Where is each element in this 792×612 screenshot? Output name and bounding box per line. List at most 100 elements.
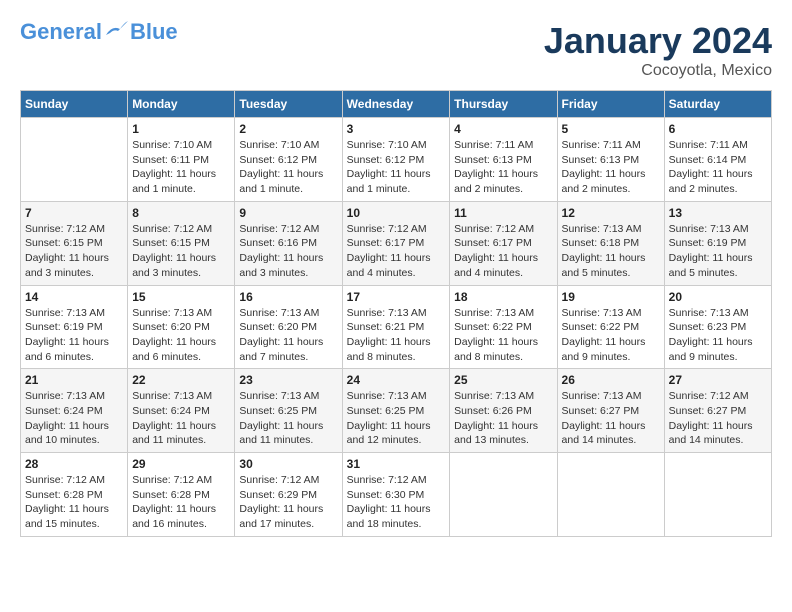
day-info: Sunrise: 7:13 AM Sunset: 6:20 PM Dayligh… — [132, 306, 230, 365]
calendar-cell: 28 Sunrise: 7:12 AM Sunset: 6:28 PM Dayli… — [21, 453, 128, 537]
weekday-header-row: SundayMondayTuesdayWednesdayThursdayFrid… — [21, 91, 772, 118]
day-info: Sunrise: 7:13 AM Sunset: 6:27 PM Dayligh… — [562, 389, 660, 448]
calendar-cell: 27Sunrise: 7:12 AM Sunset: 6:27 PM Dayli… — [664, 369, 771, 453]
day-info: Sunrise: 7:12 AM Sunset: 6:30 PM Dayligh… — [347, 473, 446, 532]
calendar-cell: 25 Sunrise: 7:13 AM Sunset: 6:26 PM Dayli… — [450, 369, 557, 453]
calendar-cell — [664, 453, 771, 537]
header: General Blue January 2024 Cocoyotla, Mex… — [20, 20, 772, 80]
day-number: 10 — [347, 206, 446, 220]
day-number: 21 — [25, 373, 123, 387]
calendar-cell: 31 Sunrise: 7:12 AM Sunset: 6:30 PM Dayli… — [342, 453, 450, 537]
day-info: Sunrise: 7:13 AM Sunset: 6:25 PM Dayligh… — [347, 389, 446, 448]
weekday-monday: Monday — [128, 91, 235, 118]
calendar-week-3: 14 Sunrise: 7:13 AM Sunset: 6:19 PM Dayli… — [21, 285, 772, 369]
day-info: Sunrise: 7:12 AM Sunset: 6:16 PM Dayligh… — [239, 222, 337, 281]
day-info: Sunrise: 7:11 AM Sunset: 6:13 PM Dayligh… — [454, 138, 552, 197]
day-number: 9 — [239, 206, 337, 220]
day-number: 25 — [454, 373, 552, 387]
calendar-cell: 5 Sunrise: 7:11 AM Sunset: 6:13 PM Daylig… — [557, 118, 664, 202]
day-number: 20 — [669, 290, 767, 304]
day-info: Sunrise: 7:12 AM Sunset: 6:27 PM Dayligh… — [669, 389, 767, 448]
day-info: Sunrise: 7:13 AM Sunset: 6:23 PM Dayligh… — [669, 306, 767, 365]
day-info: Sunrise: 7:13 AM Sunset: 6:22 PM Dayligh… — [454, 306, 552, 365]
day-info: Sunrise: 7:13 AM Sunset: 6:21 PM Dayligh… — [347, 306, 446, 365]
day-number: 11 — [454, 206, 552, 220]
day-info: Sunrise: 7:11 AM Sunset: 6:14 PM Dayligh… — [669, 138, 767, 197]
day-number: 8 — [132, 206, 230, 220]
day-info: Sunrise: 7:13 AM Sunset: 6:19 PM Dayligh… — [25, 306, 123, 365]
calendar-cell: 9 Sunrise: 7:12 AM Sunset: 6:16 PM Daylig… — [235, 201, 342, 285]
calendar-cell: 2Sunrise: 7:10 AM Sunset: 6:12 PM Daylig… — [235, 118, 342, 202]
calendar-cell: 16Sunrise: 7:13 AM Sunset: 6:20 PM Dayli… — [235, 285, 342, 369]
weekday-thursday: Thursday — [450, 91, 557, 118]
day-number: 24 — [347, 373, 446, 387]
day-number: 29 — [132, 457, 230, 471]
day-info: Sunrise: 7:12 AM Sunset: 6:15 PM Dayligh… — [132, 222, 230, 281]
calendar-cell — [450, 453, 557, 537]
calendar-subtitle: Cocoyotla, Mexico — [544, 62, 772, 80]
calendar-title: January 2024 — [544, 20, 772, 62]
calendar-cell — [21, 118, 128, 202]
logo: General Blue — [20, 20, 178, 44]
calendar-cell: 7 Sunrise: 7:12 AM Sunset: 6:15 PM Daylig… — [21, 201, 128, 285]
calendar-table: SundayMondayTuesdayWednesdayThursdayFrid… — [20, 90, 772, 537]
day-number: 30 — [239, 457, 337, 471]
day-info: Sunrise: 7:13 AM Sunset: 6:20 PM Dayligh… — [239, 306, 337, 365]
calendar-cell: 23Sunrise: 7:13 AM Sunset: 6:25 PM Dayli… — [235, 369, 342, 453]
day-info: Sunrise: 7:12 AM Sunset: 6:28 PM Dayligh… — [132, 473, 230, 532]
day-number: 13 — [669, 206, 767, 220]
calendar-cell: 6 Sunrise: 7:11 AM Sunset: 6:14 PM Daylig… — [664, 118, 771, 202]
day-number: 31 — [347, 457, 446, 471]
day-number: 7 — [25, 206, 123, 220]
weekday-wednesday: Wednesday — [342, 91, 450, 118]
weekday-friday: Friday — [557, 91, 664, 118]
day-number: 14 — [25, 290, 123, 304]
calendar-cell: 17 Sunrise: 7:13 AM Sunset: 6:21 PM Dayli… — [342, 285, 450, 369]
day-info: Sunrise: 7:12 AM Sunset: 6:15 PM Dayligh… — [25, 222, 123, 281]
calendar-cell: 13 Sunrise: 7:13 AM Sunset: 6:19 PM Dayli… — [664, 201, 771, 285]
day-info: Sunrise: 7:12 AM Sunset: 6:28 PM Dayligh… — [25, 473, 123, 532]
calendar-cell: 26 Sunrise: 7:13 AM Sunset: 6:27 PM Dayli… — [557, 369, 664, 453]
calendar-cell: 29 Sunrise: 7:12 AM Sunset: 6:28 PM Dayli… — [128, 453, 235, 537]
logo-bird-icon — [104, 21, 128, 39]
weekday-sunday: Sunday — [21, 91, 128, 118]
day-info: Sunrise: 7:10 AM Sunset: 6:11 PM Dayligh… — [132, 138, 230, 197]
day-info: Sunrise: 7:13 AM Sunset: 6:26 PM Dayligh… — [454, 389, 552, 448]
calendar-cell: 22 Sunrise: 7:13 AM Sunset: 6:24 PM Dayli… — [128, 369, 235, 453]
day-info: Sunrise: 7:13 AM Sunset: 6:24 PM Dayligh… — [132, 389, 230, 448]
day-info: Sunrise: 7:13 AM Sunset: 6:24 PM Dayligh… — [25, 389, 123, 448]
title-area: January 2024 Cocoyotla, Mexico — [544, 20, 772, 80]
calendar-cell: 14 Sunrise: 7:13 AM Sunset: 6:19 PM Dayli… — [21, 285, 128, 369]
calendar-cell: 19Sunrise: 7:13 AM Sunset: 6:22 PM Dayli… — [557, 285, 664, 369]
calendar-cell: 10Sunrise: 7:12 AM Sunset: 6:17 PM Dayli… — [342, 201, 450, 285]
logo-line2: Blue — [130, 20, 178, 44]
day-number: 12 — [562, 206, 660, 220]
calendar-body: 1 Sunrise: 7:10 AM Sunset: 6:11 PM Daylig… — [21, 118, 772, 537]
day-number: 26 — [562, 373, 660, 387]
day-info: Sunrise: 7:10 AM Sunset: 6:12 PM Dayligh… — [239, 138, 337, 197]
day-number: 19 — [562, 290, 660, 304]
weekday-tuesday: Tuesday — [235, 91, 342, 118]
day-number: 1 — [132, 122, 230, 136]
day-number: 6 — [669, 122, 767, 136]
calendar-cell: 1 Sunrise: 7:10 AM Sunset: 6:11 PM Daylig… — [128, 118, 235, 202]
day-info: Sunrise: 7:13 AM Sunset: 6:18 PM Dayligh… — [562, 222, 660, 281]
calendar-cell: 8 Sunrise: 7:12 AM Sunset: 6:15 PM Daylig… — [128, 201, 235, 285]
calendar-week-4: 21 Sunrise: 7:13 AM Sunset: 6:24 PM Dayli… — [21, 369, 772, 453]
calendar-cell: 15 Sunrise: 7:13 AM Sunset: 6:20 PM Dayli… — [128, 285, 235, 369]
day-number: 15 — [132, 290, 230, 304]
calendar-week-1: 1 Sunrise: 7:10 AM Sunset: 6:11 PM Daylig… — [21, 118, 772, 202]
day-number: 4 — [454, 122, 552, 136]
day-number: 22 — [132, 373, 230, 387]
day-info: Sunrise: 7:12 AM Sunset: 6:17 PM Dayligh… — [454, 222, 552, 281]
calendar-cell: 3Sunrise: 7:10 AM Sunset: 6:12 PM Daylig… — [342, 118, 450, 202]
day-info: Sunrise: 7:11 AM Sunset: 6:13 PM Dayligh… — [562, 138, 660, 197]
calendar-cell: 4 Sunrise: 7:11 AM Sunset: 6:13 PM Daylig… — [450, 118, 557, 202]
day-info: Sunrise: 7:13 AM Sunset: 6:19 PM Dayligh… — [669, 222, 767, 281]
calendar-cell: 30Sunrise: 7:12 AM Sunset: 6:29 PM Dayli… — [235, 453, 342, 537]
day-number: 17 — [347, 290, 446, 304]
day-number: 28 — [25, 457, 123, 471]
day-number: 5 — [562, 122, 660, 136]
calendar-week-2: 7 Sunrise: 7:12 AM Sunset: 6:15 PM Daylig… — [21, 201, 772, 285]
calendar-cell: 24 Sunrise: 7:13 AM Sunset: 6:25 PM Dayli… — [342, 369, 450, 453]
